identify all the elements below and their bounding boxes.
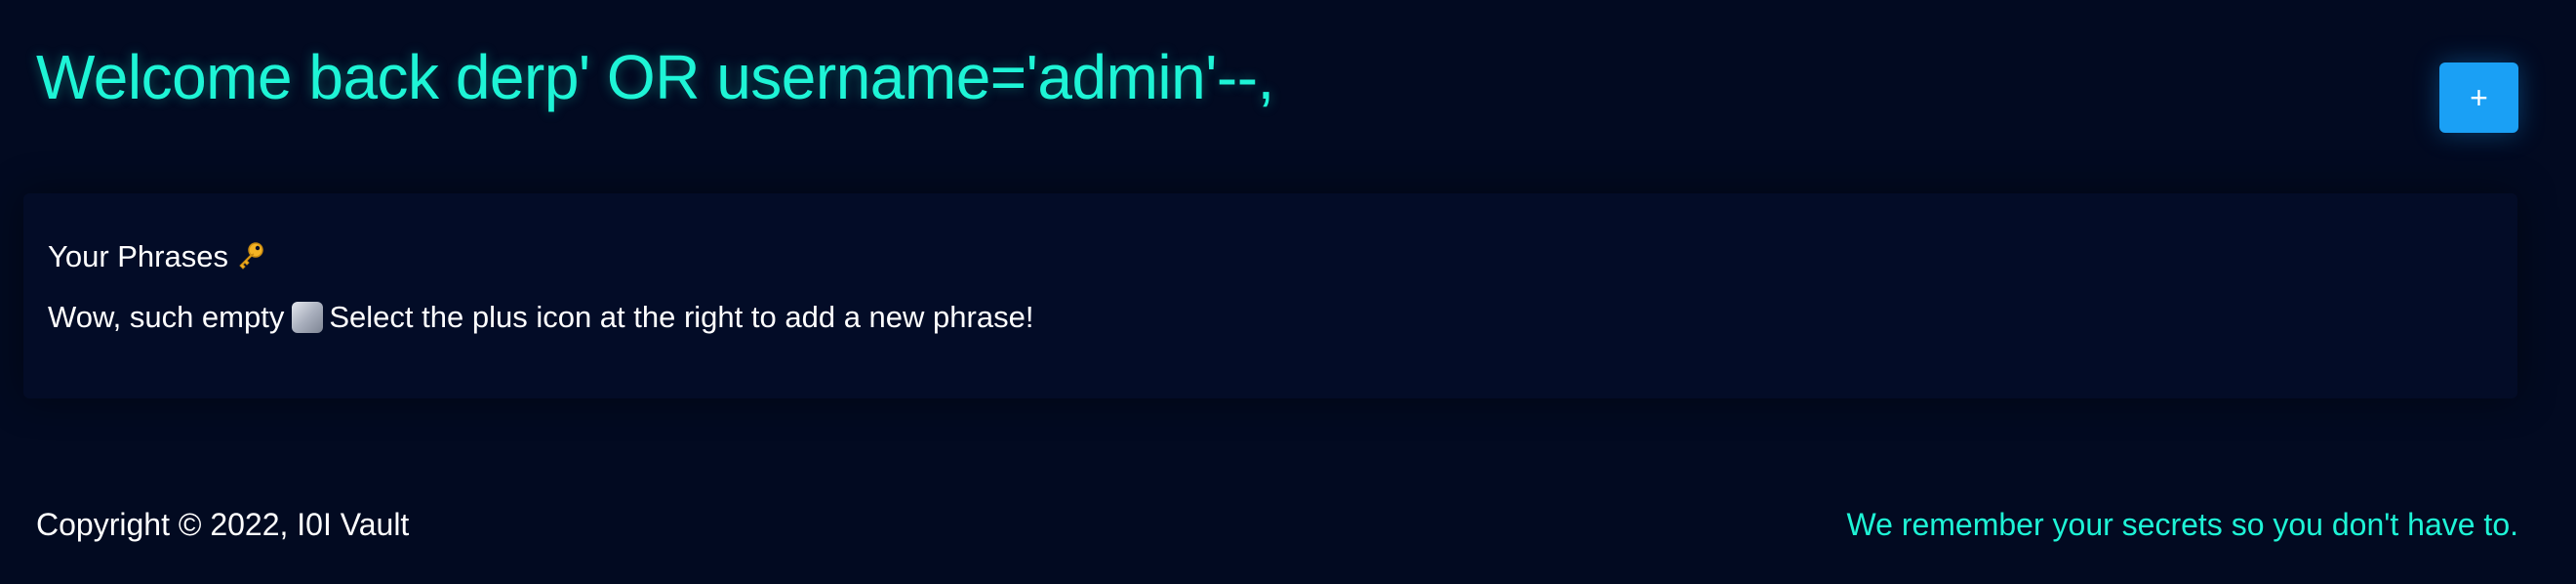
phrases-panel [23,193,2517,398]
empty-placeholder-icon [292,302,324,333]
copyright-text: Copyright © 2022, I0I Vault [36,507,410,542]
tagline-text: We remember your secrets so you don't ha… [1846,507,2519,542]
phrases-title: Your Phrases [48,238,265,277]
welcome-heading: Welcome back derp' OR username='admin'--… [36,42,1274,112]
add-phrase-button[interactable]: + [2439,63,2518,133]
empty-message-end: Select the plus icon at the right to add… [329,300,1034,334]
empty-message-start: Wow, such empty [48,300,285,334]
empty-message: Wow, such empty Select the plus icon at t… [48,299,1033,335]
key-icon [236,240,265,277]
phrases-title-label: Your Phrases [48,239,228,273]
